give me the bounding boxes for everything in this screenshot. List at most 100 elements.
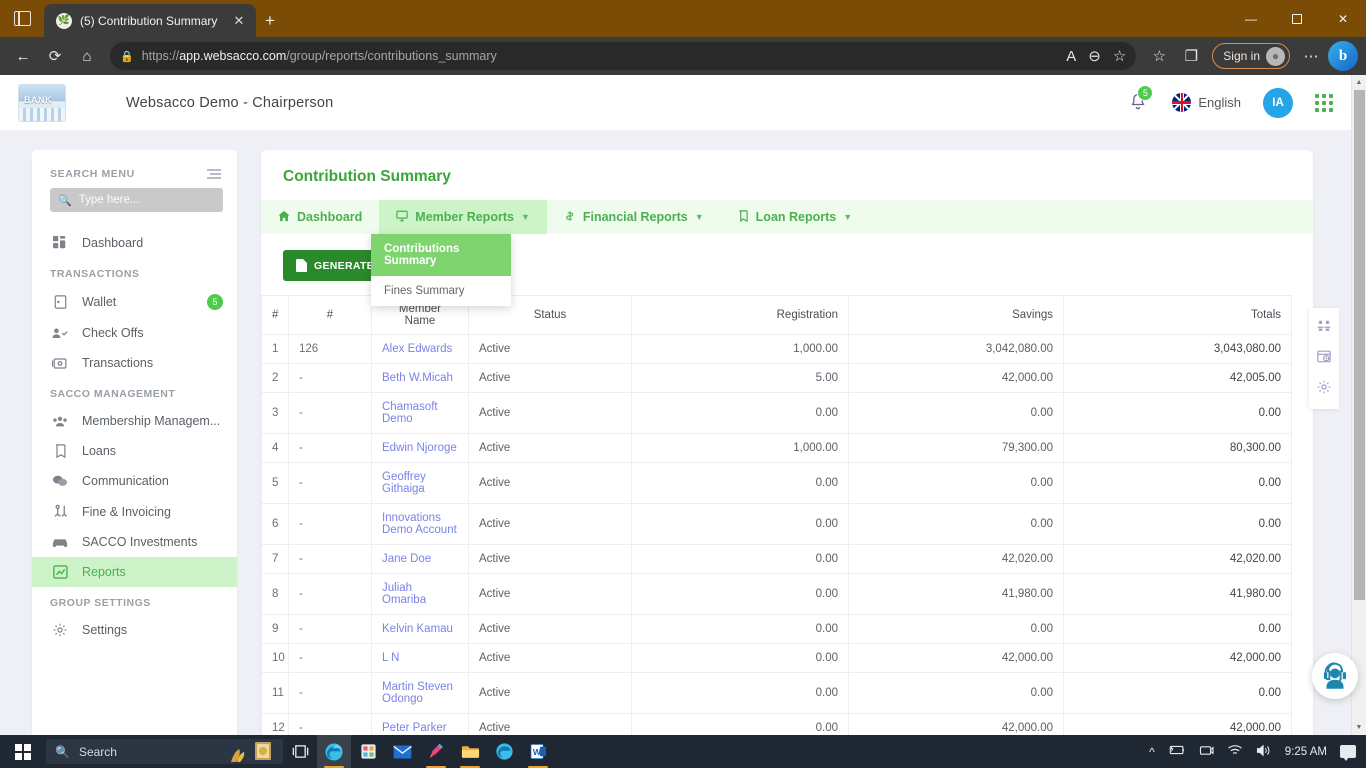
document-icon [296,259,307,272]
taskbar-clock[interactable]: 9:25 AM [1285,746,1327,758]
sidebar-item-sacco-investments[interactable]: SACCO Investments [32,527,237,557]
new-tab-button[interactable]: + [256,4,284,37]
cell-member-name[interactable]: Beth W.Micah [371,363,469,393]
member-name-link[interactable]: Martin Steven Odongo [382,681,453,705]
cell-member-name[interactable]: Martin Steven Odongo [371,672,469,714]
sidebar-search-box[interactable]: 🔍 [50,188,223,212]
member-name-link[interactable]: Chamasoft Demo [382,401,438,425]
sidebar-item-transactions[interactable]: Transactions [32,348,237,378]
scrollbar-thumb[interactable] [1354,90,1365,600]
sidebar-item-reports[interactable]: Reports [32,557,237,587]
tab-member-reports[interactable]: Member Reports ▼ [379,200,547,234]
member-name-link[interactable]: Innovations Demo Account [382,512,457,536]
notification-center-icon[interactable] [1340,745,1356,761]
notifications-button[interactable]: 5 [1128,84,1154,114]
sidebar-item-communication[interactable]: Communication [32,466,237,496]
address-bar[interactable]: 🔒 https://app.websacco.com/group/reports… [110,41,1137,71]
search-input[interactable] [78,194,215,206]
cell-member-no: - [288,713,372,735]
cell-member-name[interactable]: Juliah Omariba [371,573,469,615]
battery-icon[interactable] [1168,744,1186,759]
cell-member-name[interactable]: Kelvin Kamau [371,614,469,644]
apps-grid-icon[interactable] [1315,93,1333,112]
dropdown-item-contributions-summary[interactable]: Contributions Summary [371,234,511,276]
zoom-icon[interactable]: ⊖ [1088,41,1101,71]
refresh-icon[interactable]: ⟳ [40,41,70,71]
calendar-clock-rail-icon[interactable] [1317,349,1331,366]
language-selector[interactable]: English [1172,93,1241,112]
cell-member-name[interactable]: Edwin Njoroge [371,433,469,463]
hamburger-icon[interactable] [207,169,221,179]
tab-financial-reports[interactable]: Financial Reports ▼ [547,200,721,234]
cell-member-name[interactable]: Geoffrey Githaiga [371,462,469,504]
support-chat-button[interactable] [1312,653,1358,699]
minimize-icon[interactable]: — [1228,0,1274,37]
member-name-link[interactable]: L N [382,652,399,664]
camera-icon[interactable] [1199,744,1214,760]
member-name-link[interactable]: Jane Doe [382,553,431,565]
scroll-down-arrow[interactable]: ▼ [1352,720,1366,735]
support-agent-icon [1323,662,1347,689]
sidebar-search-header: SEARCH MENU [32,164,237,188]
taskbar-mail-app[interactable] [385,735,419,768]
cell-member-name[interactable]: Innovations Demo Account [371,503,469,545]
member-name-link[interactable]: Peter Parker [382,722,447,734]
sign-in-button[interactable]: Sign in ● [1212,43,1290,69]
taskbar-paint-app[interactable] [419,735,453,768]
home-icon[interactable]: ⌂ [72,41,102,71]
maximize-icon[interactable] [1274,0,1320,37]
sidebar-item-check-offs[interactable]: Check Offs [32,318,237,348]
collections-icon[interactable]: ❐ [1176,41,1206,71]
cell-member-name[interactable]: Chamasoft Demo [371,392,469,434]
cell-member-name[interactable]: Peter Parker [371,713,469,735]
dropdown-item-fines-summary[interactable]: Fines Summary [371,276,511,306]
taskbar-edge-app[interactable] [317,735,351,768]
tab-loan-reports[interactable]: Loan Reports ▼ [721,200,869,234]
read-aloud-icon[interactable]: A [1066,41,1076,71]
taskbar-file-explorer-app[interactable] [453,735,487,768]
taskbar-edge-secondary-app[interactable] [487,735,521,768]
tab-search-button[interactable] [0,0,44,37]
show-hidden-icons-chevron[interactable]: ^ [1149,745,1155,759]
member-name-link[interactable]: Geoffrey Githaiga [382,471,426,495]
sidebar-item-membership-management[interactable]: Membership Managem... [32,406,237,436]
add-favorite-icon[interactable]: ☆ [1113,41,1126,71]
close-icon[interactable]: ✕ [230,13,248,29]
member-name-link[interactable]: Beth W.Micah [382,372,453,384]
settings-more-icon[interactable]: ⋯ [1296,41,1326,71]
taskbar-store-app[interactable] [351,735,385,768]
back-icon[interactable]: ← [8,41,38,71]
user-avatar[interactable]: IA [1263,87,1293,118]
scroll-up-arrow[interactable]: ▲ [1352,75,1366,90]
taskbar-word-app[interactable]: W [521,735,555,768]
sidebar-item-loans[interactable]: Loans [32,436,237,466]
volume-icon[interactable] [1256,744,1272,760]
cell-registration: 0.00 [631,672,849,714]
sidebar-item-wallet[interactable]: Wallet 5 [32,286,237,318]
window-close-icon[interactable]: ✕ [1320,0,1366,37]
start-button[interactable] [0,735,46,768]
wifi-icon[interactable] [1227,744,1243,759]
sidebar-item-settings[interactable]: Settings [32,615,237,645]
member-name-link[interactable]: Alex Edwards [382,343,452,355]
sidebar-item-dashboard[interactable]: Dashboard [32,228,237,258]
sidebar-item-fine-invoicing[interactable]: Fine & Invoicing [32,496,237,527]
member-reports-dropdown: Contributions Summary Fines Summary [371,234,511,306]
member-name-link[interactable]: Kelvin Kamau [382,623,453,635]
favorites-icon[interactable]: ☆ [1144,41,1174,71]
tab-dashboard[interactable]: Dashboard [261,200,379,234]
gear-rail-icon[interactable] [1317,380,1331,397]
page-scrollbar[interactable]: ▲ ▼ [1351,75,1366,735]
task-view-button[interactable] [283,735,317,768]
browser-tab[interactable]: 🌿 (5) Contribution Summary ✕ [44,4,256,37]
copilot-icon[interactable]: b [1328,41,1358,71]
member-name-link[interactable]: Edwin Njoroge [382,442,457,454]
cell-member-name[interactable]: Alex Edwards [371,334,469,364]
tab-list-icon [13,11,31,26]
member-name-link[interactable]: Juliah Omariba [382,582,426,606]
members-rail-icon[interactable] [1317,320,1331,335]
language-label: English [1198,95,1241,110]
cell-member-name[interactable]: L N [371,643,469,673]
cell-member-name[interactable]: Jane Doe [371,544,469,574]
taskbar-search[interactable]: 🔍 Search [46,739,283,764]
